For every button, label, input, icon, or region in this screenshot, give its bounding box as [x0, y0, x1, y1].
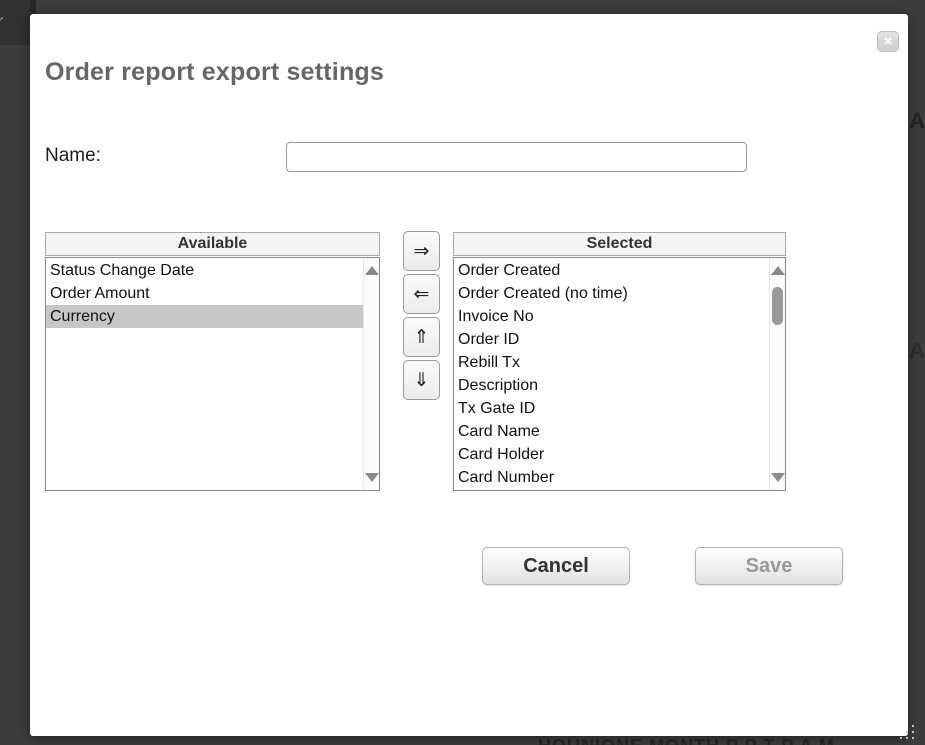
selected-list-item[interactable]: Tx Gate ID	[454, 397, 769, 420]
resize-grip-icon[interactable]	[894, 725, 896, 727]
available-header: Available	[45, 232, 380, 256]
selected-list-item[interactable]: Card Name	[454, 420, 769, 443]
scroll-down-icon[interactable]	[771, 473, 785, 482]
transfer-button-group: ⇒ ⇐ ⇑ ⇓	[403, 231, 440, 403]
available-scrollbar[interactable]	[363, 258, 379, 490]
selected-list-item[interactable]: Invoice No	[454, 305, 769, 328]
available-items: Status Change DateOrder AmountCurrency	[46, 259, 363, 328]
name-label: Name:	[45, 145, 101, 167]
available-list-item[interactable]: Status Change Date	[46, 259, 363, 282]
available-list-item[interactable]: Order Amount	[46, 282, 363, 305]
selected-items: Order CreatedOrder Created (no time)Invo…	[454, 259, 769, 489]
cancel-button[interactable]: Cancel	[482, 547, 630, 585]
scrollbar-thumb[interactable]	[772, 287, 783, 325]
background-clipped-text-right-mid: AN	[909, 338, 925, 364]
selected-list-item[interactable]: Description	[454, 374, 769, 397]
move-left-button[interactable]: ⇐	[403, 274, 440, 314]
background-clipped-text-right-top: AN	[909, 108, 925, 134]
selected-scrollbar[interactable]	[769, 258, 785, 490]
selected-list-item[interactable]: Rebill Tx	[454, 351, 769, 374]
scroll-up-icon[interactable]	[771, 266, 785, 275]
background-clipped-text-bottom: HOUNIONE MONTH P P T P A M	[538, 736, 925, 745]
selected-list-item[interactable]: Order Created	[454, 259, 769, 282]
dialog-title: Order report export settings	[45, 58, 384, 87]
available-list-item[interactable]: Currency	[46, 305, 363, 328]
available-listbox[interactable]: Status Change DateOrder AmountCurrency	[45, 257, 380, 491]
selected-list-item[interactable]: Card Number	[454, 466, 769, 489]
move-right-button[interactable]: ⇒	[403, 231, 440, 271]
background-clipped-row-2: r	[0, 0, 30, 45]
name-input[interactable]	[286, 142, 747, 172]
scroll-down-icon[interactable]	[365, 473, 379, 482]
scroll-up-icon[interactable]	[365, 266, 379, 275]
close-button[interactable]: ×	[877, 31, 899, 52]
selected-list-item[interactable]: Order ID	[454, 328, 769, 351]
selected-header: Selected	[453, 232, 786, 256]
selected-list-item[interactable]: Card Holder	[454, 443, 769, 466]
export-settings-dialog: × Order report export settings Name: Ava…	[30, 14, 908, 736]
move-up-button[interactable]: ⇑	[403, 317, 440, 357]
selected-listbox[interactable]: Order CreatedOrder Created (no time)Invo…	[453, 257, 786, 491]
selected-list-item[interactable]: Order Created (no time)	[454, 282, 769, 305]
save-button[interactable]: Save	[695, 547, 843, 585]
move-down-button[interactable]: ⇓	[403, 360, 440, 400]
